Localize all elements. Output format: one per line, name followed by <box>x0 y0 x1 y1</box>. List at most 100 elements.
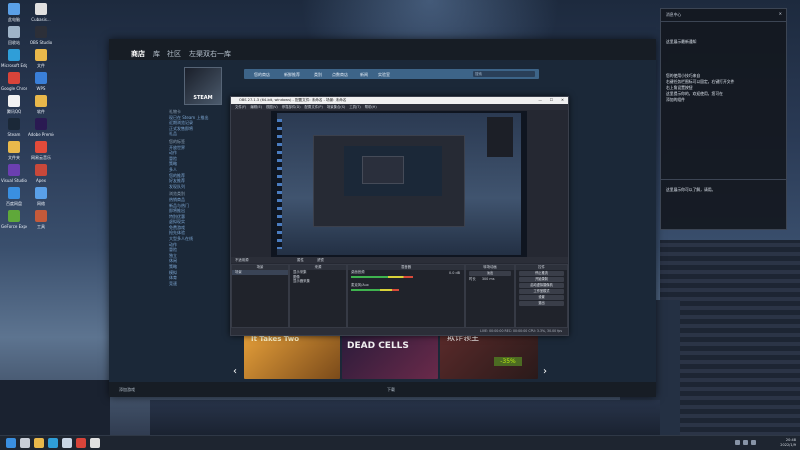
virtual-camera-button[interactable]: 启动虚拟摄像机 <box>519 283 564 288</box>
obs-docks: 场景 场景 来源 显示采集 图像 显示器采集 混音器 桌面音频 麦克风/Aux … <box>231 264 568 328</box>
source-item[interactable]: 显示器采集 <box>290 279 346 284</box>
obs-menu-item[interactable]: 文件(F) <box>235 105 246 109</box>
desktop-icon-label: 软件 <box>37 109 45 114</box>
desktop-icon-label: 网易云音乐 <box>31 155 51 160</box>
panel-close-icon[interactable]: ✕ <box>779 11 782 16</box>
store-tab-points[interactable]: 点数商店 <box>332 72 348 78</box>
maximize-icon[interactable]: ☐ <box>550 97 553 104</box>
sidebar-item[interactable]: 礼品 <box>169 131 235 137</box>
desktop-icon[interactable]: 百度网盘 <box>1 187 27 206</box>
steam-titlebar[interactable] <box>109 39 656 48</box>
duration-label: 时长 <box>469 277 476 281</box>
clock[interactable]: 20:48 2022/1/9 <box>780 438 796 447</box>
carousel-prev-arrow[interactable]: ‹ <box>233 366 237 377</box>
app-icon <box>35 49 47 61</box>
start-recording-button[interactable]: 开始录制 <box>519 277 564 282</box>
desktop-icon[interactable]: 文件 <box>28 49 54 68</box>
game-card-dead-cells[interactable] <box>342 331 438 379</box>
start-icon[interactable] <box>6 438 16 448</box>
desktop-icon[interactable]: Apex <box>28 164 54 183</box>
search-icon[interactable] <box>20 438 30 448</box>
desktop-icon[interactable]: Google Chrome <box>1 72 27 91</box>
desktop-icon[interactable]: 此电脑 <box>1 3 27 22</box>
preview-desktop <box>277 113 521 255</box>
store-search-input[interactable]: 搜索 <box>473 71 535 77</box>
sidebar-item[interactable]: 竞速 <box>169 281 235 287</box>
desktop-icon[interactable]: 工具 <box>28 210 54 229</box>
nav-store[interactable]: 商店 <box>131 49 145 59</box>
desktop-icon[interactable]: 腾讯QQ <box>1 95 27 114</box>
add-game-button[interactable]: 添加游戏 <box>119 387 135 393</box>
sidebar-item[interactable]: 发现队列 <box>169 184 235 190</box>
properties-button[interactable]: 属性 <box>297 257 304 263</box>
controls-dock: 控件 停止推流 开始录制 启动虚拟摄像机 工作室模式 设置 退出 <box>515 264 568 328</box>
desktop-icon-label: 百度网盘 <box>6 201 22 206</box>
steam-nav: 商店 库 社区 左渠双右一库 <box>109 48 656 60</box>
desktop-icon[interactable]: WPS <box>28 72 54 91</box>
nav-community[interactable]: 社区 <box>167 49 181 59</box>
stop-streaming-button[interactable]: 停止推流 <box>519 271 564 276</box>
preview-nested-window <box>313 135 465 227</box>
desktop-icon[interactable]: Adobe Premiere <box>28 118 54 137</box>
app-icon <box>8 118 20 130</box>
volume-icon[interactable] <box>743 440 748 445</box>
sources-dock: 来源 显示采集 图像 显示器采集 <box>289 264 347 328</box>
chrome-icon[interactable] <box>90 438 100 448</box>
steam-icon[interactable] <box>62 438 72 448</box>
transition-duration-label: 时长 300 ms <box>466 277 514 282</box>
obs-menu-item[interactable]: 停靠部件(D) <box>282 105 301 109</box>
desktop-icon[interactable]: OBS Studio <box>28 26 54 45</box>
close-icon[interactable]: ✕ <box>561 97 564 104</box>
store-tab-labs[interactable]: 实验室 <box>378 72 390 78</box>
app-icon <box>35 187 47 199</box>
store-tab-news[interactable]: 新闻 <box>360 72 368 78</box>
obs-menu-item[interactable]: 工具(T) <box>349 105 361 109</box>
nav-library[interactable]: 库 <box>153 49 160 59</box>
store-tab-new[interactable]: 新鲜推荐 <box>284 72 300 78</box>
downloads-button[interactable]: 下载 <box>387 387 395 393</box>
app-icon <box>35 141 47 153</box>
obs-menu-item[interactable]: 帮助(H) <box>365 105 377 109</box>
desktop-icon-label: Cubasis... <box>31 17 51 22</box>
panel-line: 这里展示最新通知 <box>666 39 697 44</box>
desktop-icon[interactable]: 回收站 <box>1 26 27 45</box>
settings-button[interactable]: 设置 <box>519 295 564 300</box>
desktop-icon[interactable]: 网络 <box>28 187 54 206</box>
obs-preview[interactable] <box>271 111 527 257</box>
nav-profile[interactable]: 左渠双右一库 <box>189 49 231 59</box>
obs-titlebar[interactable]: OBS 27.1.3 (64-bit, windows) - 配置文件: 未命名… <box>231 97 568 104</box>
obs-window[interactable]: OBS 27.1.3 (64-bit, windows) - 配置文件: 未命名… <box>230 96 569 336</box>
explorer-icon[interactable] <box>34 438 44 448</box>
store-tab-yours[interactable]: 您的商店 <box>254 72 270 78</box>
store-tab-categories[interactable]: 类别 <box>314 72 322 78</box>
desktop-icon[interactable]: Microsoft Edge <box>1 49 27 68</box>
carousel-next-arrow[interactable]: › <box>543 366 547 377</box>
obs-icon[interactable] <box>76 438 86 448</box>
obs-menu-item[interactable]: 编辑(E) <box>250 105 262 109</box>
app-icon <box>35 72 47 84</box>
desktop-icon[interactable]: 软件 <box>28 95 54 114</box>
minimize-icon[interactable]: — <box>538 97 542 104</box>
network-icon[interactable] <box>735 440 740 445</box>
studio-mode-button[interactable]: 工作室模式 <box>519 289 564 294</box>
edge-icon[interactable] <box>48 438 58 448</box>
desktop-icon[interactable]: GeForce Experience <box>1 210 27 229</box>
obs-menu-item[interactable]: 场景集合(S) <box>327 105 345 109</box>
exit-button[interactable]: 退出 <box>519 301 564 306</box>
desktop-icon[interactable]: 文件夹 <box>1 141 27 160</box>
chevron-up-icon[interactable] <box>751 440 756 445</box>
desktop-icon[interactable]: Visual Studio <box>1 164 27 183</box>
scene-item[interactable]: 场景 <box>232 270 288 275</box>
obs-menu-item[interactable]: 配置文件(P) <box>305 105 323 109</box>
app-icon <box>8 95 20 107</box>
transition-select[interactable]: 淡出 <box>469 271 511 276</box>
app-icon <box>35 118 47 130</box>
desktop-icon-label: OBS Studio <box>29 40 53 45</box>
desktop-icon[interactable]: 网易云音乐 <box>28 141 54 160</box>
filters-button[interactable]: 滤镜 <box>317 257 324 263</box>
steam-sidebar: 礼物卡 现已在 Steam 上推出 近期浏览记录 正式发售即将 礼品 您的标签 开放世界 动作… <box>169 107 235 407</box>
duration-value[interactable]: 300 ms <box>482 277 495 281</box>
desktop-icon[interactable]: Cubasis... <box>28 3 54 22</box>
desktop-icon[interactable]: Steam <box>1 118 27 137</box>
obs-menu-item[interactable]: 视图(V) <box>266 105 278 109</box>
